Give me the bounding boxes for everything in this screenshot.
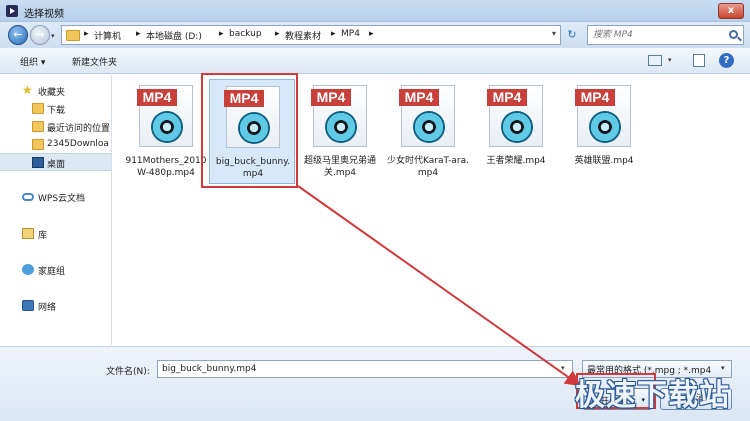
search-box[interactable] (587, 25, 744, 45)
folder-icon (32, 103, 44, 114)
file-type-tag: MP4 (487, 89, 527, 106)
sidebar-item-label: 家庭组 (38, 267, 66, 277)
video-file-icon: MP4 (311, 85, 367, 147)
breadcrumb-separator: ▸ (219, 29, 224, 39)
sidebar-item-recent-places[interactable]: 最近访问的位置 (0, 118, 111, 136)
forward-button[interactable]: → (30, 25, 50, 45)
file-name: 超级马里奥兄弟通关.mp4 (303, 156, 376, 178)
file-name: 王者荣耀.mp4 (486, 156, 546, 166)
history-dropdown-icon[interactable]: ▾ (51, 32, 55, 40)
video-file-icon: MP4 (487, 85, 543, 147)
library-icon (22, 228, 34, 239)
selection-highlight (201, 73, 298, 188)
breadcrumb-drive-d[interactable]: 本地磁盘 (D:) (146, 29, 202, 42)
cloud-icon (22, 193, 34, 201)
sidebar-item-label: 下载 (47, 106, 66, 116)
file-item[interactable]: MP4 英雄联盟.mp4 (561, 79, 647, 184)
folder-icon (32, 121, 44, 132)
film-reel-icon (151, 111, 183, 143)
file-type-tag: MP4 (575, 89, 615, 106)
video-file-icon: MP4 (137, 85, 193, 147)
watermark: 极速下载站 (575, 378, 730, 413)
file-type-tag: MP4 (399, 89, 439, 106)
sidebar-item-label: 网络 (38, 303, 57, 313)
file-name: 少女时代KaraT-ara.mp4 (387, 156, 469, 178)
film-reel-icon (413, 111, 445, 143)
breadcrumb[interactable]: ▸ 计算机 ▸ 本地磁盘 (D:) ▸ backup ▸ 教程素材 ▸ MP4 … (61, 25, 561, 45)
file-item[interactable]: MP4 王者荣耀.mp4 (473, 79, 559, 184)
window-title: 选择视频 (24, 9, 64, 20)
breadcrumb-separator: ▸ (136, 29, 141, 39)
sidebar-item-downloads[interactable]: 下载 (0, 100, 111, 118)
sidebar-item-label: 2345Downloa (47, 139, 109, 149)
file-item[interactable]: MP4 少女时代KaraT-ara.mp4 (385, 79, 471, 184)
sidebar-item-network[interactable]: 网络 (0, 297, 111, 315)
breadcrumb-separator: ▸ (275, 29, 280, 39)
sidebar-item-label: 最近访问的位置 (47, 124, 111, 134)
chevron-down-icon[interactable]: ▾ (552, 29, 556, 38)
video-file-icon: MP4 (575, 85, 631, 147)
file-type-tag: MP4 (137, 89, 177, 106)
sidebar-item-label: 桌面 (47, 160, 66, 170)
folder-icon (66, 30, 80, 41)
film-reel-icon (501, 111, 533, 143)
refresh-icon[interactable]: ↻ (563, 26, 581, 44)
homegroup-icon (22, 264, 34, 275)
sidebar-item-label: 收藏夹 (38, 88, 66, 98)
close-button[interactable]: x (718, 3, 744, 19)
address-bar: ← → ▾ ▸ 计算机 ▸ 本地磁盘 (D:) ▸ backup ▸ 教程素材 … (0, 22, 750, 48)
network-icon (22, 300, 34, 311)
filename-input[interactable] (157, 360, 573, 378)
sidebar-item-favorites[interactable]: ★ 收藏夹 (0, 82, 111, 100)
file-name: 911Mothers_2010W-480p.mp4 (125, 156, 207, 178)
sidebar-item-libraries[interactable]: 库 (0, 225, 111, 243)
search-icon[interactable] (729, 30, 738, 39)
breadcrumb-backup[interactable]: backup (229, 29, 262, 39)
sidebar-item-desktop[interactable]: 桌面 (0, 153, 111, 171)
sidebar-item-label: WPS云文档 (38, 194, 86, 204)
file-item[interactable]: MP4 超级马里奥兄弟通关.mp4 (297, 79, 383, 184)
filename-label: 文件名(N): (106, 367, 150, 377)
sidebar-item-2345download[interactable]: 2345Downloa (0, 136, 111, 154)
preview-pane-icon[interactable] (693, 54, 705, 67)
breadcrumb-separator: ▸ (84, 29, 89, 39)
sidebar-item-wps-cloud[interactable]: WPS云文档 (0, 188, 111, 206)
command-toolbar: 组织 ▾ 新建文件夹 ▾ ? (0, 48, 750, 74)
new-folder-button[interactable]: 新建文件夹 (72, 55, 117, 68)
film-reel-icon (589, 111, 621, 143)
sidebar-item-label: 库 (38, 231, 48, 241)
folder-icon (32, 139, 44, 150)
film-reel-icon (325, 111, 357, 143)
back-button[interactable]: ← (8, 25, 28, 45)
star-icon: ★ (22, 83, 33, 97)
breadcrumb-separator: ▸ (369, 29, 374, 39)
breadcrumb-mp4[interactable]: MP4 (341, 29, 360, 39)
view-options-icon[interactable] (648, 55, 662, 66)
file-item[interactable]: MP4 911Mothers_2010W-480p.mp4 (123, 79, 209, 184)
sidebar-item-homegroup[interactable]: 家庭组 (0, 261, 111, 279)
video-file-icon: MP4 (399, 85, 455, 147)
chevron-down-icon[interactable]: ▾ (561, 364, 565, 372)
search-input[interactable] (593, 28, 723, 42)
app-icon (6, 5, 18, 17)
help-icon[interactable]: ? (719, 53, 734, 68)
navigation-pane: ★ 收藏夹 下载 最近访问的位置 2345Downloa 桌面 WPS云文档 库… (0, 75, 112, 345)
breadcrumb-separator: ▸ (331, 29, 336, 39)
breadcrumb-tutorial[interactable]: 教程素材 (285, 29, 321, 42)
breadcrumb-computer[interactable]: 计算机 (94, 29, 121, 42)
organize-button[interactable]: 组织 ▾ (20, 55, 45, 68)
title-bar: 选择视频 x (0, 0, 750, 22)
file-type-tag: MP4 (311, 89, 351, 106)
desktop-icon (32, 157, 44, 168)
chevron-down-icon[interactable]: ▾ (668, 56, 672, 64)
file-name: 英雄联盟.mp4 (574, 156, 634, 166)
